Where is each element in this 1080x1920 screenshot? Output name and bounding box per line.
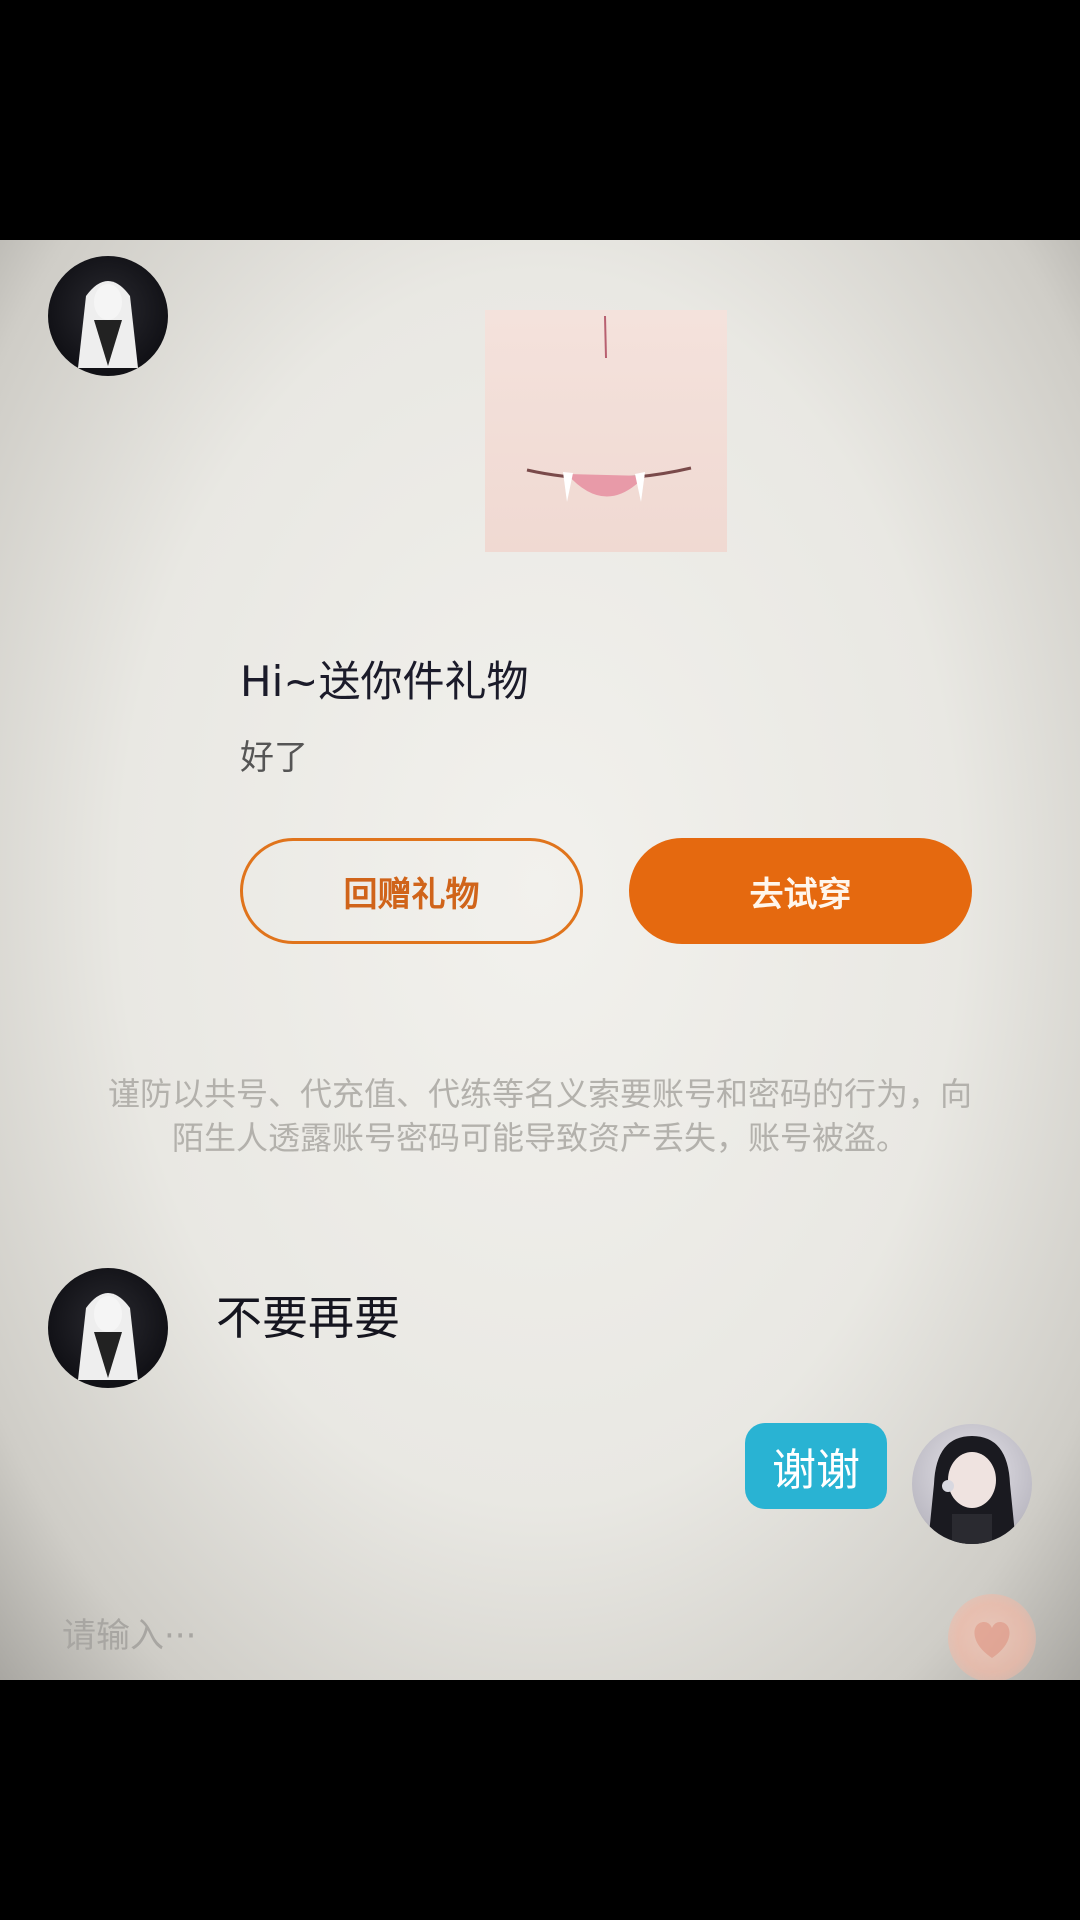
gift-card-title: Hi~送你件礼物: [240, 657, 529, 706]
message-input[interactable]: [60, 1610, 864, 1662]
input-bar: [0, 1590, 1080, 1680]
contact-avatar[interactable]: [48, 1268, 168, 1388]
my-avatar[interactable]: [912, 1424, 1032, 1544]
security-notice: 谨防以共号、代充值、代练等名义索要账号和密码的行为，向陌生人透露账号密码可能导致…: [107, 1075, 972, 1157]
gift-image[interactable]: [485, 310, 727, 552]
chat-screen: Hi~送你件礼物 好了 回赠礼物 去试穿 谨防以共号、代充值、代练等名义索要账号…: [0, 240, 1080, 1680]
gift-send-icon[interactable]: [948, 1594, 1036, 1680]
try-on-button[interactable]: 去试穿: [629, 838, 972, 944]
my-message-bubble[interactable]: 谢谢: [745, 1423, 887, 1509]
contact-avatar[interactable]: [48, 256, 168, 376]
return-gift-button[interactable]: 回赠礼物: [240, 838, 583, 944]
message-text: 不要再要: [216, 1291, 400, 1345]
gift-card-message: 好了: [240, 738, 308, 778]
